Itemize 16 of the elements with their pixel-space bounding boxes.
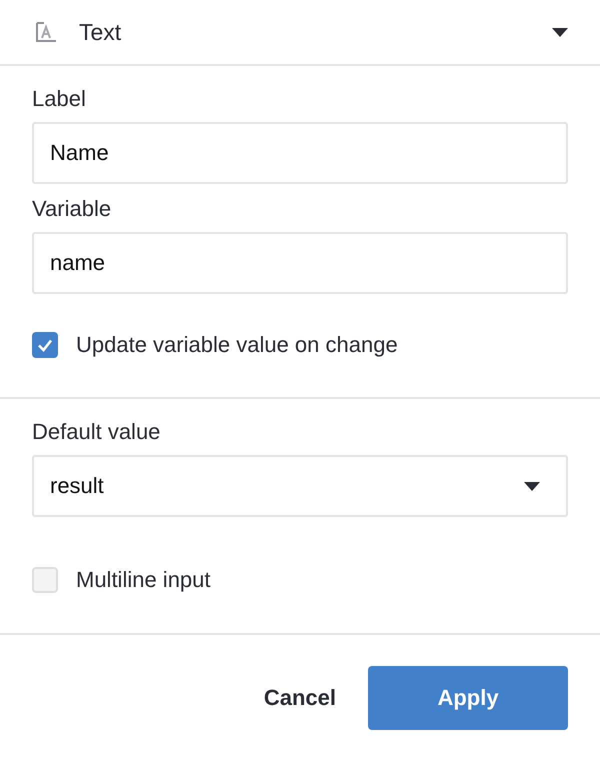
checkbox-label: Update variable value on change (76, 332, 398, 358)
apply-button[interactable]: Apply (368, 666, 568, 730)
caret-icon[interactable] (552, 28, 568, 36)
select-value: result (50, 473, 104, 499)
field-label: Default value (32, 419, 162, 445)
field-label: Label (32, 86, 87, 112)
cancel-button[interactable]: Cancel (264, 666, 336, 730)
checkbox[interactable] (32, 332, 58, 358)
input-field[interactable]: name (32, 232, 568, 294)
select-field[interactable]: result (32, 455, 568, 517)
field-type-title: Text (79, 18, 122, 46)
field-label: Variable (32, 196, 112, 222)
checkbox-label: Multiline input (76, 567, 211, 593)
caret-icon (524, 482, 540, 490)
text-type-icon (35, 21, 57, 43)
input-field[interactable]: Name (32, 122, 568, 184)
